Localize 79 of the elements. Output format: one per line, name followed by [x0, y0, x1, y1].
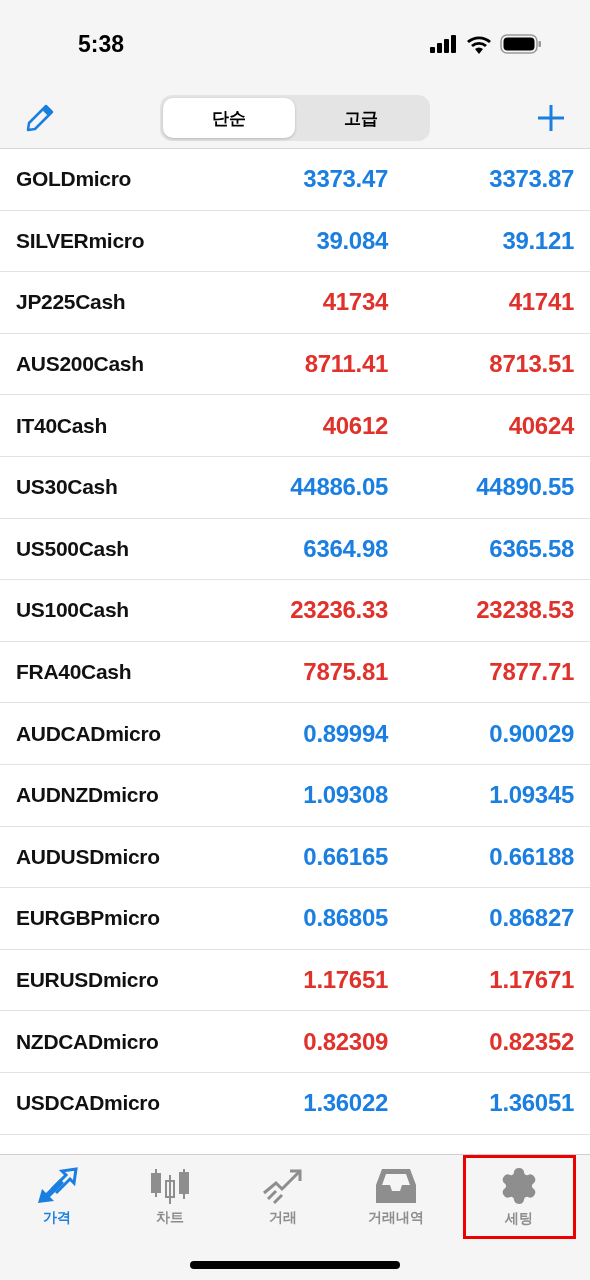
quote-row[interactable]: NZDCADmicro 0.82309 0.82352 — [0, 1011, 590, 1073]
ask-price: 44890.55 — [475, 473, 574, 502]
bid-price: 3373.47 — [302, 165, 388, 194]
symbol-name: AUDNZDmicro — [16, 783, 160, 808]
ask-price: 39.121 — [501, 226, 574, 255]
ask-price: 1.17671 — [488, 966, 574, 994]
ask-price: 0.82352 — [488, 1027, 574, 1056]
quote-row[interactable]: EURUSDmicro 1.17651 1.17671 — [0, 949, 590, 1012]
symbol-name: GOLDmicro — [16, 167, 133, 192]
bid-price: 1.36022 — [302, 1089, 388, 1118]
quote-row[interactable]: GOLDmicro 3373.47 3373.87 — [0, 149, 590, 211]
symbol-name: JP225Cash — [16, 290, 127, 315]
bid-price: 41734 — [321, 288, 388, 317]
signal-icon — [430, 35, 458, 53]
ask-price: 0.90029 — [488, 719, 574, 748]
arrows-icon — [35, 1167, 78, 1205]
ask-price: 6365.58 — [488, 534, 574, 563]
ask-price: 8713.51 — [488, 350, 574, 379]
bid-price: 0.82309 — [302, 1027, 388, 1056]
candlestick-icon — [148, 1167, 191, 1205]
ask-price: 41741 — [507, 288, 574, 317]
ask-price: 1.09345 — [488, 781, 574, 810]
symbol-name: AUDCADmicro — [16, 721, 162, 746]
pencil-icon — [26, 104, 54, 132]
inbox-icon — [376, 1167, 417, 1205]
symbol-name: SILVERmicro — [16, 228, 146, 253]
quote-row[interactable]: FRA40Cash 7875.81 7877.71 — [0, 641, 590, 704]
segment-tab[interactable]: 단순 — [163, 98, 295, 138]
quote-row[interactable]: JP225Cash 41734 41741 — [0, 272, 590, 334]
symbol-name: US30Cash — [16, 475, 119, 500]
quote-row[interactable]: IT40Cash 40612 40624 — [0, 395, 590, 457]
add-button[interactable] — [536, 103, 566, 133]
quote-row[interactable]: AUS200Cash 8711.41 8713.51 — [0, 333, 590, 396]
tab-bar-item[interactable]: 가격 — [0, 1155, 114, 1239]
symbol-name: US500Cash — [16, 536, 130, 561]
battery-icon — [500, 34, 542, 54]
quote-row[interactable]: EURGBPmicro 0.86805 0.86827 — [0, 888, 590, 950]
quote-row[interactable]: US500Cash 6364.98 6365.58 — [0, 518, 590, 581]
ask-price: 1.36051 — [488, 1089, 574, 1118]
quote-row[interactable]: AUDUSDmicro 0.66165 0.66188 — [0, 826, 590, 889]
symbol-name: AUDUSDmicro — [16, 844, 161, 869]
edit-button[interactable] — [26, 104, 54, 132]
bid-price: 6364.98 — [302, 534, 388, 563]
quote-row[interactable]: US100Cash 23236.33 23238.53 — [0, 580, 590, 642]
ask-price: 3373.87 — [488, 165, 574, 194]
bid-price: 8711.41 — [303, 350, 388, 379]
quote-row[interactable]: USDCADmicro 1.36022 1.36051 — [0, 1072, 590, 1135]
symbol-name: EURGBPmicro — [16, 906, 161, 931]
symbol-name: FRA40Cash — [16, 660, 133, 685]
bid-price: 0.66165 — [302, 842, 388, 871]
symbol-name: NZDCADmicro — [16, 1029, 160, 1054]
quote-row[interactable]: AUDCADmicro 0.89994 0.90029 — [0, 703, 590, 765]
bid-price: 44886.05 — [289, 473, 388, 502]
wifi-icon — [466, 34, 492, 54]
bid-price: 39.084 — [315, 226, 388, 255]
bid-price: 1.17651 — [302, 966, 388, 994]
bid-price: 7875.81 — [302, 658, 388, 687]
ask-price: 23238.53 — [475, 596, 574, 625]
trend-arrow-icon — [262, 1167, 304, 1205]
ask-price: 7877.71 — [488, 658, 574, 687]
bid-price: 23236.33 — [289, 596, 388, 625]
status-time: 5:38 — [78, 30, 125, 58]
bid-price: 0.86805 — [302, 904, 388, 933]
quote-row[interactable]: SILVERmicro 39.084 39.121 — [0, 210, 590, 273]
ask-price: 0.66188 — [488, 842, 574, 871]
quote-row[interactable]: US30Cash 44886.05 44890.55 — [0, 456, 590, 519]
symbol-name: IT40Cash — [16, 413, 108, 438]
bid-price: 40612 — [321, 411, 388, 440]
plus-icon — [536, 103, 566, 133]
symbol-name: USDCADmicro — [16, 1091, 161, 1116]
ask-price: 40624 — [507, 411, 574, 440]
segment-tab[interactable]: 고급 — [295, 98, 427, 138]
bid-price: 1.09308 — [302, 781, 388, 810]
quote-row[interactable]: AUDNZDmicro 1.09308 1.09345 — [0, 764, 590, 827]
symbol-name: US100Cash — [16, 598, 130, 623]
symbol-name: EURUSDmicro — [16, 968, 160, 992]
ask-price: 0.86827 — [488, 904, 574, 933]
bid-price: 0.89994 — [302, 719, 388, 748]
symbol-name: AUS200Cash — [16, 352, 145, 377]
